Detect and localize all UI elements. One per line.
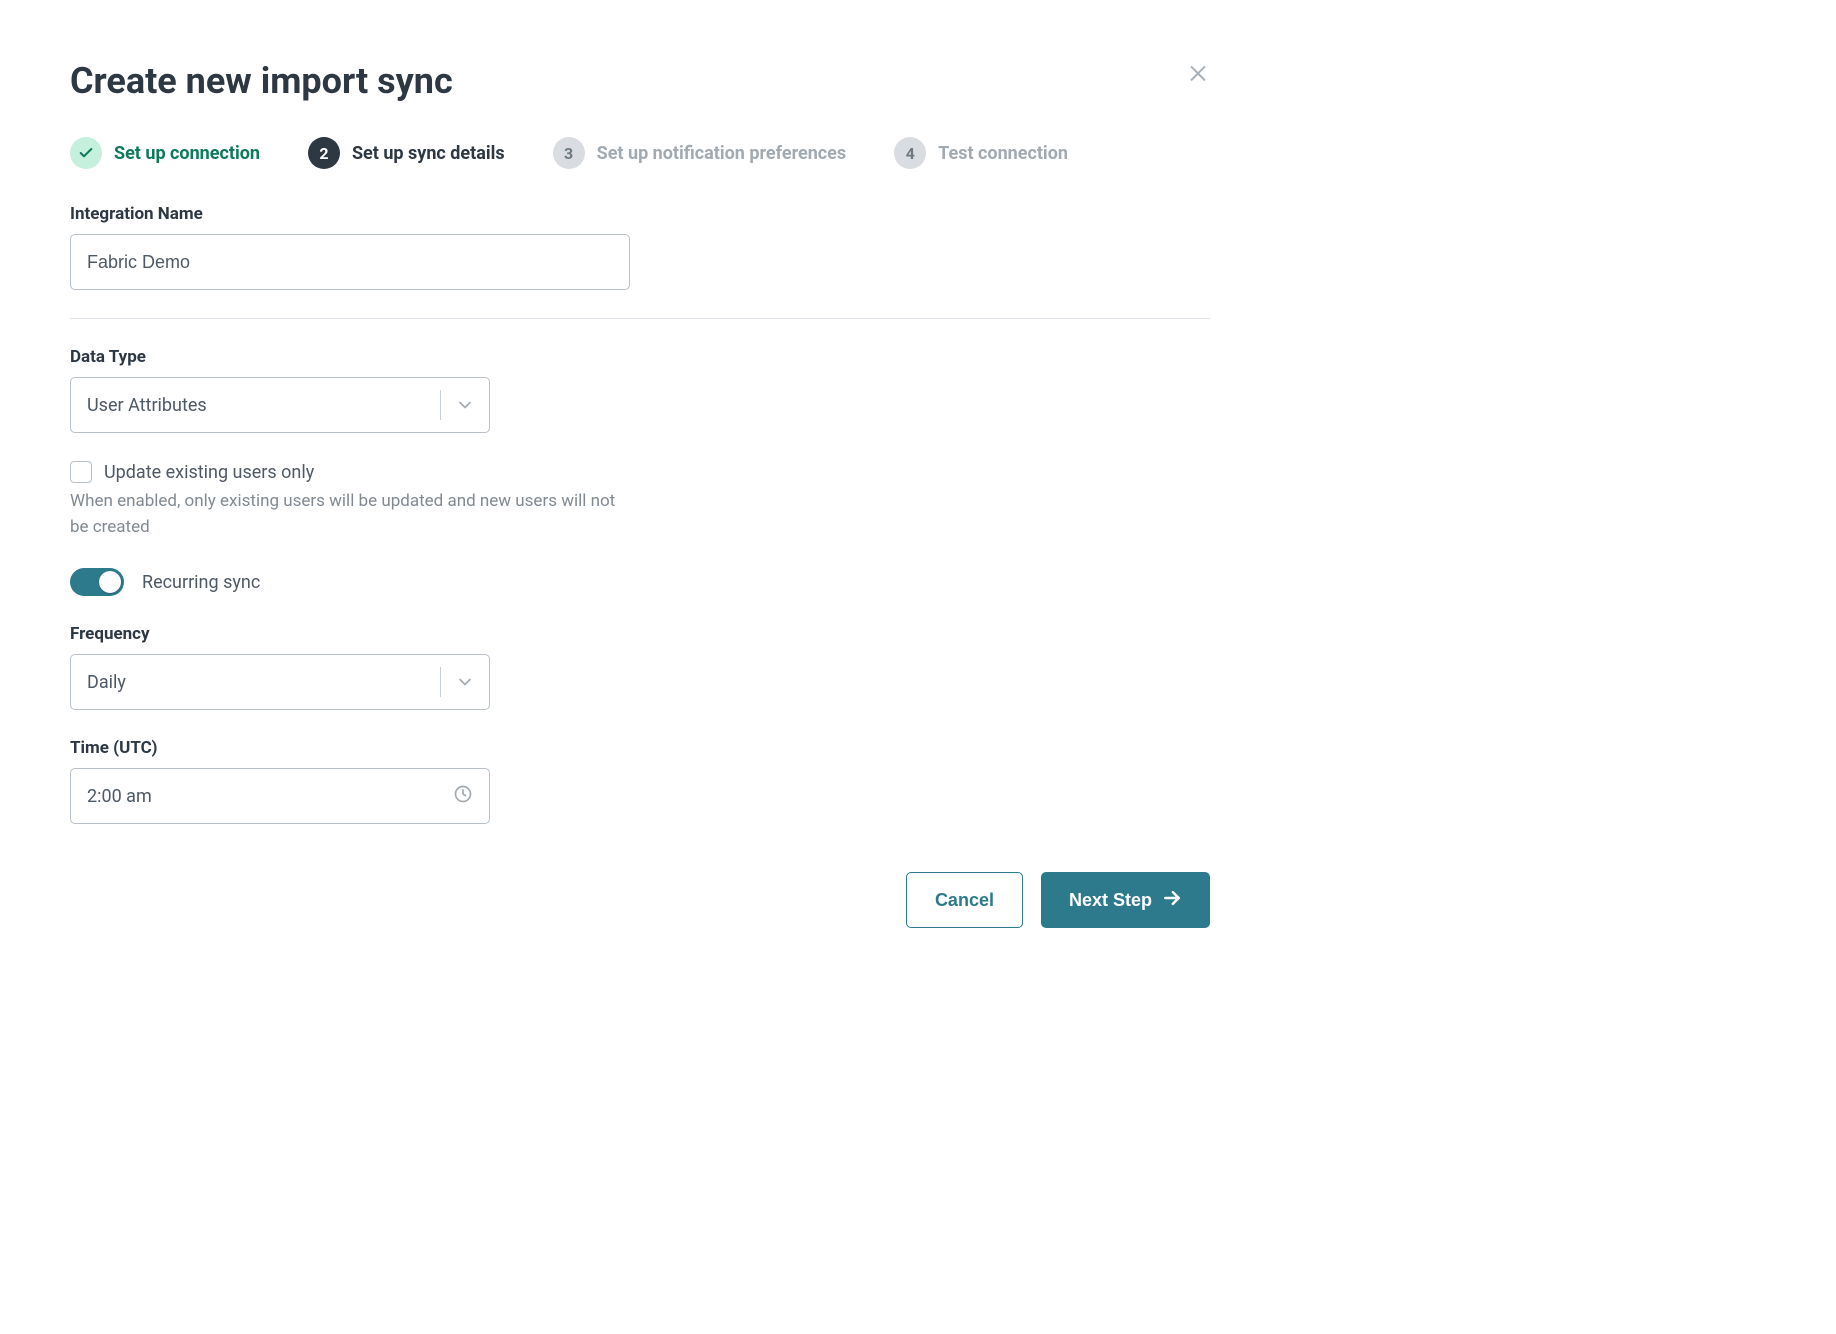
time-input[interactable]: 2:00 am: [70, 768, 490, 824]
cancel-button[interactable]: Cancel: [906, 872, 1023, 928]
divider: [70, 318, 1210, 319]
step-number-badge: 2: [308, 137, 340, 169]
chevron-down-icon: [441, 378, 489, 432]
update-existing-helper-text: When enabled, only existing users will b…: [70, 489, 630, 540]
step-label: Set up notification preferences: [597, 143, 847, 164]
step-label: Test connection: [938, 143, 1068, 164]
step-number-badge: 4: [894, 137, 926, 169]
page-title: Create new import sync: [70, 60, 453, 102]
next-step-button[interactable]: Next Step: [1041, 872, 1210, 928]
step-connection[interactable]: Set up connection: [70, 137, 260, 169]
cancel-button-label: Cancel: [935, 890, 994, 911]
recurring-sync-label: Recurring sync: [142, 572, 260, 593]
select-value: Daily: [71, 655, 440, 709]
close-icon[interactable]: [1186, 60, 1210, 88]
recurring-sync-toggle[interactable]: [70, 568, 124, 596]
data-type-select[interactable]: User Attributes: [70, 377, 490, 433]
integration-name-input[interactable]: [70, 234, 630, 290]
chevron-down-icon: [441, 655, 489, 709]
step-test-connection[interactable]: 4 Test connection: [894, 137, 1068, 169]
frequency-select[interactable]: Daily: [70, 654, 490, 710]
clock-icon: [453, 784, 473, 808]
frequency-label: Frequency: [70, 624, 1210, 644]
step-sync-details[interactable]: 2 Set up sync details: [308, 137, 505, 169]
time-label: Time (UTC): [70, 738, 1210, 758]
select-value: User Attributes: [71, 378, 440, 432]
step-label: Set up sync details: [352, 143, 505, 164]
check-icon: [70, 137, 102, 169]
step-indicator: Set up connection 2 Set up sync details …: [70, 137, 1210, 169]
arrow-right-icon: [1162, 888, 1182, 913]
step-label: Set up connection: [114, 143, 260, 164]
step-notification-preferences[interactable]: 3 Set up notification preferences: [553, 137, 847, 169]
update-existing-checkbox[interactable]: [70, 461, 92, 483]
update-existing-label: Update existing users only: [104, 462, 314, 483]
next-step-button-label: Next Step: [1069, 890, 1152, 911]
step-number-badge: 3: [553, 137, 585, 169]
integration-name-label: Integration Name: [70, 204, 1210, 224]
time-value: 2:00 am: [87, 786, 453, 807]
data-type-label: Data Type: [70, 347, 1210, 367]
